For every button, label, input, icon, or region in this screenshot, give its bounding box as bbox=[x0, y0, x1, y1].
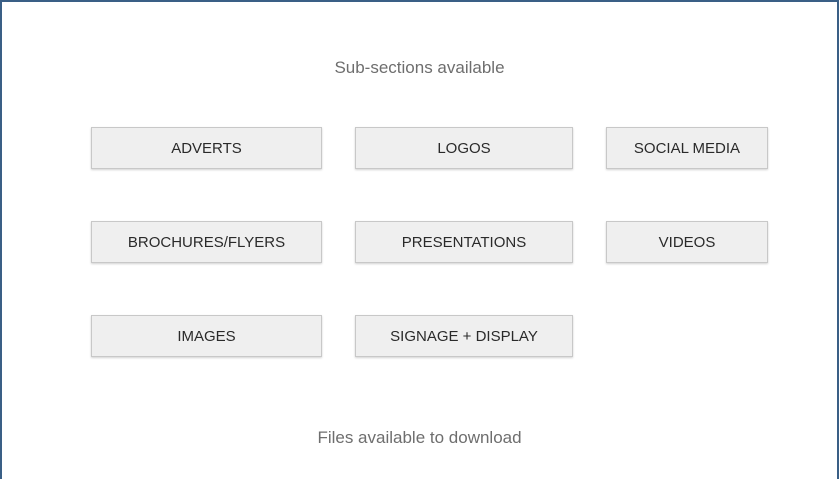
images-button[interactable]: IMAGES bbox=[91, 315, 322, 357]
adverts-button[interactable]: ADVERTS bbox=[91, 127, 322, 169]
logos-button[interactable]: LOGOS bbox=[355, 127, 573, 169]
presentations-button[interactable]: PRESENTATIONS bbox=[355, 221, 573, 263]
brochures-flyers-button[interactable]: BROCHURES/FLYERS bbox=[91, 221, 322, 263]
videos-button[interactable]: VIDEOS bbox=[606, 221, 768, 263]
files-heading: Files available to download bbox=[317, 428, 522, 447]
content-panel: Sub-sections available ADVERTS LOGOS SOC… bbox=[0, 0, 839, 479]
subsections-heading: Sub-sections available bbox=[334, 58, 505, 77]
social-media-button[interactable]: SOCIAL MEDIA bbox=[606, 127, 768, 169]
signage-display-button[interactable]: SIGNAGE + DISPLAY bbox=[355, 315, 573, 357]
